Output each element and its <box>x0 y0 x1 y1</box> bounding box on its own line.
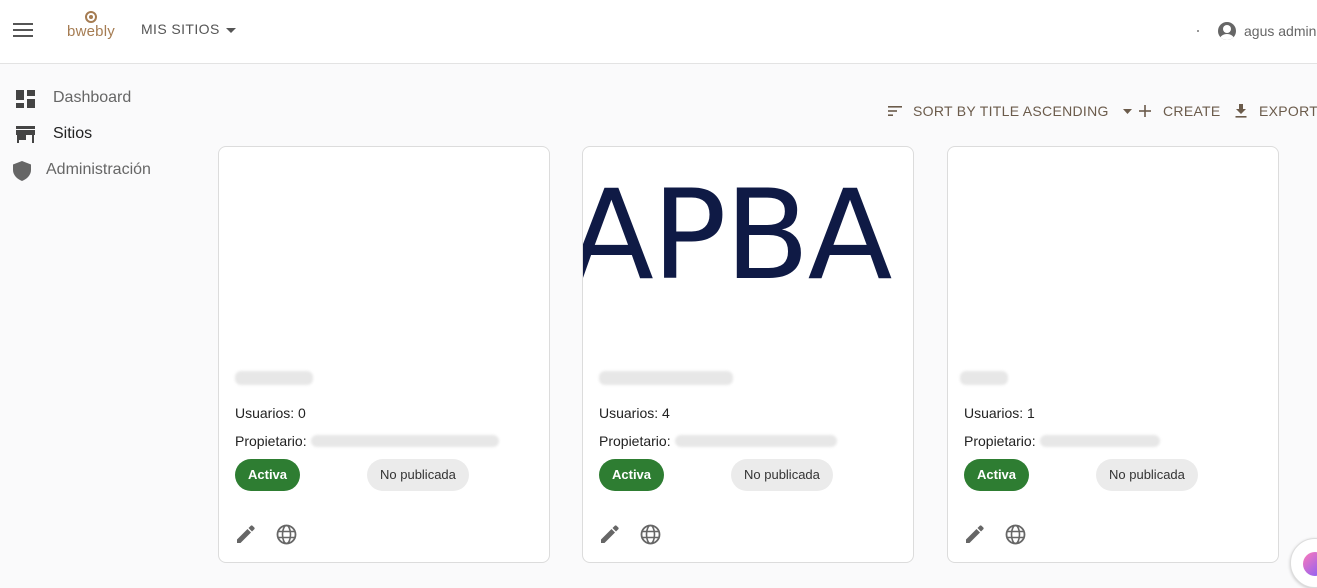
brand-mark-icon <box>85 11 97 23</box>
site-card-media <box>948 147 1278 347</box>
publish-badge: No publicada <box>731 459 833 491</box>
site-title-redacted <box>599 371 733 385</box>
sidebar-item-label: Administración <box>46 161 151 178</box>
edit-icon[interactable] <box>600 524 620 544</box>
status-badge: Activa <box>235 459 301 491</box>
site-card-media <box>219 147 549 347</box>
create-label: CREATE <box>1163 103 1221 119</box>
publish-badge: No publicada <box>367 459 469 491</box>
brand-logo[interactable]: bwebly <box>66 11 116 41</box>
store-icon <box>16 126 35 143</box>
globe-icon[interactable] <box>276 524 297 545</box>
shield-icon <box>13 161 31 181</box>
site-card-media: APBA <box>583 147 913 347</box>
status-badge: Activa <box>964 459 1030 491</box>
edit-icon[interactable] <box>236 524 256 544</box>
site-users-count: Usuarios: 0 <box>235 405 306 421</box>
site-logo-text: APBA <box>582 164 893 308</box>
user-menu[interactable]: agus admin <box>1218 21 1316 41</box>
menu-icon[interactable] <box>13 20 33 40</box>
site-owner-redacted <box>311 435 499 447</box>
site-owner-redacted <box>675 435 837 447</box>
sort-icon <box>888 106 902 116</box>
chat-widget-button[interactable] <box>1290 538 1317 588</box>
account-icon <box>1218 22 1236 40</box>
edit-icon[interactable] <box>965 524 985 544</box>
download-icon <box>1235 104 1247 118</box>
plus-icon <box>1139 105 1151 117</box>
site-owner-label: Propietario: <box>964 433 1036 449</box>
app-bar: bwebly MIS SITIOS agus admin <box>0 0 1317 64</box>
sites-menu-button[interactable]: MIS SITIOS <box>141 21 220 37</box>
sidebar-item-label: Dashboard <box>53 89 132 106</box>
sidebar-item-dashboard[interactable]: Dashboard <box>0 81 170 115</box>
site-owner-redacted <box>1040 435 1160 447</box>
site-card[interactable]: Usuarios: 1 Propietario: Activa No publi… <box>947 146 1279 563</box>
chevron-down-icon <box>1122 108 1132 114</box>
status-badge: Activa <box>599 459 665 491</box>
globe-icon[interactable] <box>1005 524 1026 545</box>
dashboard-icon <box>16 90 35 108</box>
site-users-count: Usuarios: 1 <box>964 405 1035 421</box>
sort-label: SORT BY TITLE ASCENDING <box>913 103 1109 119</box>
site-owner-label: Propietario: <box>235 433 307 449</box>
separator-dot <box>1197 30 1199 32</box>
export-label: EXPORT <box>1259 103 1317 119</box>
chevron-down-icon[interactable] <box>226 28 236 33</box>
site-card[interactable]: Usuarios: 0 Propietario: Activa No publi… <box>218 146 550 563</box>
sidebar-item-sitios[interactable]: Sitios <box>0 117 170 151</box>
user-name: agus admin <box>1244 23 1317 39</box>
export-button[interactable]: EXPORT <box>1234 101 1317 121</box>
sort-button[interactable]: SORT BY TITLE ASCENDING <box>888 101 1132 121</box>
site-card[interactable]: APBA Usuarios: 4 Propietario: Activa No … <box>582 146 914 563</box>
globe-icon[interactable] <box>640 524 661 545</box>
brand-logo-text: bwebly <box>67 23 115 40</box>
sidebar-item-administracion[interactable]: Administración <box>0 153 170 187</box>
site-title-redacted <box>235 371 313 385</box>
site-title-redacted <box>960 371 1008 385</box>
publish-badge: No publicada <box>1096 459 1198 491</box>
site-owner-label: Propietario: <box>599 433 671 449</box>
site-users-count: Usuarios: 4 <box>599 405 670 421</box>
sidebar-item-label: Sitios <box>53 125 93 142</box>
create-button[interactable]: CREATE <box>1138 101 1221 121</box>
